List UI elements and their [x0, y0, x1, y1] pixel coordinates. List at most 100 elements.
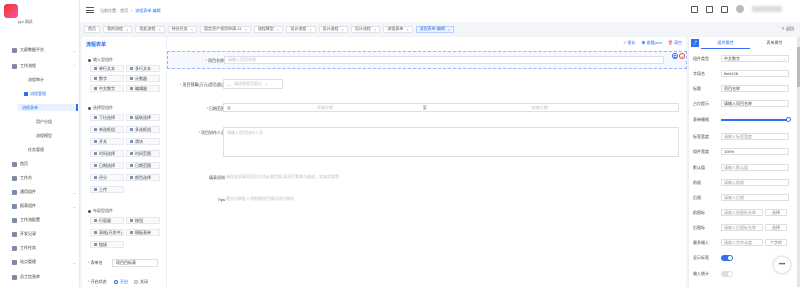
chip-multi-text[interactable]: 多行文本 — [126, 65, 160, 72]
sidebar-item-dev-log[interactable]: 开发记录 — [12, 230, 76, 238]
link-icon[interactable]: ⤴ — [691, 39, 699, 47]
close-icon[interactable]: × — [342, 27, 344, 32]
sidebar-item-workbench[interactable]: 工作台 — [12, 174, 76, 182]
chip-date-range[interactable]: 日期范围 — [126, 162, 160, 169]
sidebar-item-staff[interactable]: 员工信息库 — [12, 273, 76, 281]
close-icon[interactable]: × — [448, 27, 450, 32]
sidebar-item-report[interactable]: 报表组件 ⌄ — [12, 202, 76, 210]
tab-component-props[interactable]: 组件属性 — [701, 40, 750, 49]
sidebar-item-task-manage[interactable]: 任务管理 — [28, 146, 44, 153]
sidebar-item-flow-manage[interactable]: 流程管理 — [24, 90, 46, 97]
field-project-name[interactable]: * 项目名称 请输入项目名称 ⧉ × — [167, 51, 687, 69]
collaborators-textarea[interactable]: 请输入项目协作人员 — [223, 127, 679, 157]
sidebar-item-workflow[interactable]: 工作流程 ⌃ — [12, 62, 76, 70]
input-count-switch[interactable] — [721, 271, 733, 277]
radio-open-off[interactable]: 关闭 — [134, 279, 148, 285]
delete-icon[interactable]: × — [679, 53, 685, 59]
tab-home[interactable]: 首页 — [84, 25, 100, 33]
field-date-range[interactable]: * 日期范围 ▦ 开始日期 至 结束日期 — [167, 103, 687, 115]
prefix-icon-select-button[interactable]: 选择 — [765, 209, 787, 216]
chip-rate[interactable]: 评分 — [90, 174, 124, 181]
sidebar-item-flow-audit[interactable]: 流程审计 — [28, 76, 44, 83]
tab-start-flow[interactable]: 发起流程 × — [135, 25, 165, 33]
budget-select[interactable]: — 请选择是否超过 + — [223, 79, 283, 89]
chip-radio-group[interactable]: 单选框组 — [90, 126, 124, 133]
project-name-input[interactable]: 请输入项目名称 — [224, 56, 664, 64]
chip-link[interactable]: 链接 — [90, 241, 124, 248]
grid-slider[interactable] — [721, 117, 791, 122]
chip-button[interactable]: 按钮 — [126, 217, 160, 224]
chip-number[interactable]: 数字 — [90, 75, 124, 82]
close-icon[interactable]: × — [309, 27, 311, 32]
date-range-input[interactable]: ▦ 开始日期 至 结束日期 — [223, 103, 679, 112]
sidebar-item-work-task[interactable]: 工作任务 — [12, 244, 76, 252]
default-input[interactable]: 请输入默认值 — [721, 164, 789, 171]
component-type-select[interactable]: 中文数字 ⌄ — [721, 55, 789, 62]
suffix-input[interactable]: 请输入后缀 — [721, 194, 789, 201]
close-icon[interactable]: × — [374, 27, 376, 32]
prefix-input[interactable]: 请输入前缀 — [721, 179, 789, 186]
chip-checkbox-group[interactable]: 多选框组 — [126, 126, 160, 133]
screenshot-icon[interactable] — [706, 5, 713, 13]
save-button[interactable]: ✓ 保存 — [623, 40, 635, 46]
chip-cascader[interactable]: 级联选择 — [126, 114, 160, 121]
chip-date-select[interactable]: 日期选择 — [90, 162, 124, 169]
tab-form-props[interactable]: 表单属性 — [750, 40, 799, 49]
copy-icon[interactable]: ⧉ — [672, 53, 678, 59]
suffix-icon-select-button[interactable]: 选择 — [765, 224, 787, 231]
sidebar-item-flow-model[interactable]: 流程模型 — [36, 132, 52, 139]
close-icon[interactable]: × — [158, 27, 160, 32]
clear-button[interactable]: 🗑 清空 — [668, 40, 682, 46]
breadcrumb-home[interactable]: 首页 — [120, 8, 128, 14]
chip-table[interactable]: 表格(开发中) — [90, 229, 124, 236]
sidebar-item-user-group[interactable]: 用户分组 — [36, 118, 52, 125]
close-icon[interactable]: × — [277, 27, 279, 32]
tab-flow-form[interactable]: 流程表单 × — [383, 25, 413, 33]
chip-editor[interactable]: 编辑器 — [126, 85, 160, 92]
close-icon[interactable]: × — [245, 27, 247, 32]
field-budget[interactable]: * 项目预算(万元)是否超过 — 请选择是否超过 + — [167, 79, 687, 91]
sidebar-item-bigscreen[interactable]: 大屏数据平台 ⌄ — [12, 46, 76, 54]
tab-asset-apply[interactable]: 固定资产领用申请-11 × — [200, 25, 251, 33]
sidebar-item-home[interactable]: 首页 — [12, 160, 76, 168]
chip-time-select[interactable]: 时间选择 — [90, 150, 124, 157]
chip-dropdown[interactable]: 下拉选择 — [90, 114, 124, 121]
show-label-switch[interactable] — [721, 255, 733, 261]
menu-toggle-icon[interactable] — [86, 7, 94, 13]
field-name-input[interactable]: field126 — [721, 70, 789, 77]
tab-design-flow-2[interactable]: 设计流程 × — [318, 25, 348, 33]
radio-open-on[interactable]: 开启 — [114, 279, 128, 285]
chip-upload[interactable]: 上传 — [90, 186, 124, 193]
tab-design-flow-1[interactable]: 设计流程 × — [286, 25, 316, 33]
sidebar-item-flow-form[interactable]: 流程表单 — [18, 104, 78, 111]
tab-todo[interactable]: 待办任务 × — [167, 25, 198, 33]
tab-design-flow-3[interactable]: 设计流程 × — [350, 25, 381, 33]
sidebar-item-common[interactable]: 通用组件 ⌄ — [12, 188, 76, 196]
chip-single-text[interactable]: 单行文本 — [90, 65, 124, 72]
tab-flow-model[interactable]: 流程模型 × — [253, 25, 284, 33]
chip-slider[interactable]: 滑块 — [126, 138, 160, 145]
chip-color[interactable]: 颜色选择 — [126, 174, 160, 181]
user-name[interactable] — [752, 6, 782, 12]
more-button[interactable]: ••• — [774, 257, 790, 273]
close-icon[interactable]: × — [191, 27, 193, 32]
form-name-input[interactable]: 项目目标表 — [112, 259, 158, 267]
close-icon[interactable]: × — [406, 27, 408, 32]
title-input[interactable]: 项目名称 — [721, 85, 789, 92]
sidebar-item-site[interactable]: 站点管理 ⌄ — [12, 258, 76, 266]
fullscreen-icon[interactable] — [721, 5, 728, 13]
chip-row-container[interactable]: 行容器 — [90, 217, 124, 224]
tab-my-flow[interactable]: 我的流程 × — [103, 25, 133, 33]
suffix-icon-input[interactable]: 请输入后图标名称 — [721, 224, 763, 231]
slider-knob[interactable] — [786, 117, 791, 122]
close-icon[interactable]: × — [126, 27, 128, 32]
chip-counter[interactable]: 计数器 — [126, 75, 160, 82]
chip-chinese-number[interactable]: 中文数字 — [90, 85, 124, 92]
chip-template-form[interactable]: 模板表单 — [126, 229, 160, 236]
avatar[interactable] — [736, 5, 744, 13]
prefix-icon-input[interactable]: 请输入前图标名称 — [721, 209, 763, 216]
placeholder-input[interactable]: 请输入项目名称 — [721, 100, 789, 107]
chip-switch[interactable]: 开关 — [90, 138, 124, 145]
max-length-input[interactable]: 请输入字符长度 — [721, 239, 763, 246]
component-width-input[interactable]: 100% — [721, 148, 789, 155]
